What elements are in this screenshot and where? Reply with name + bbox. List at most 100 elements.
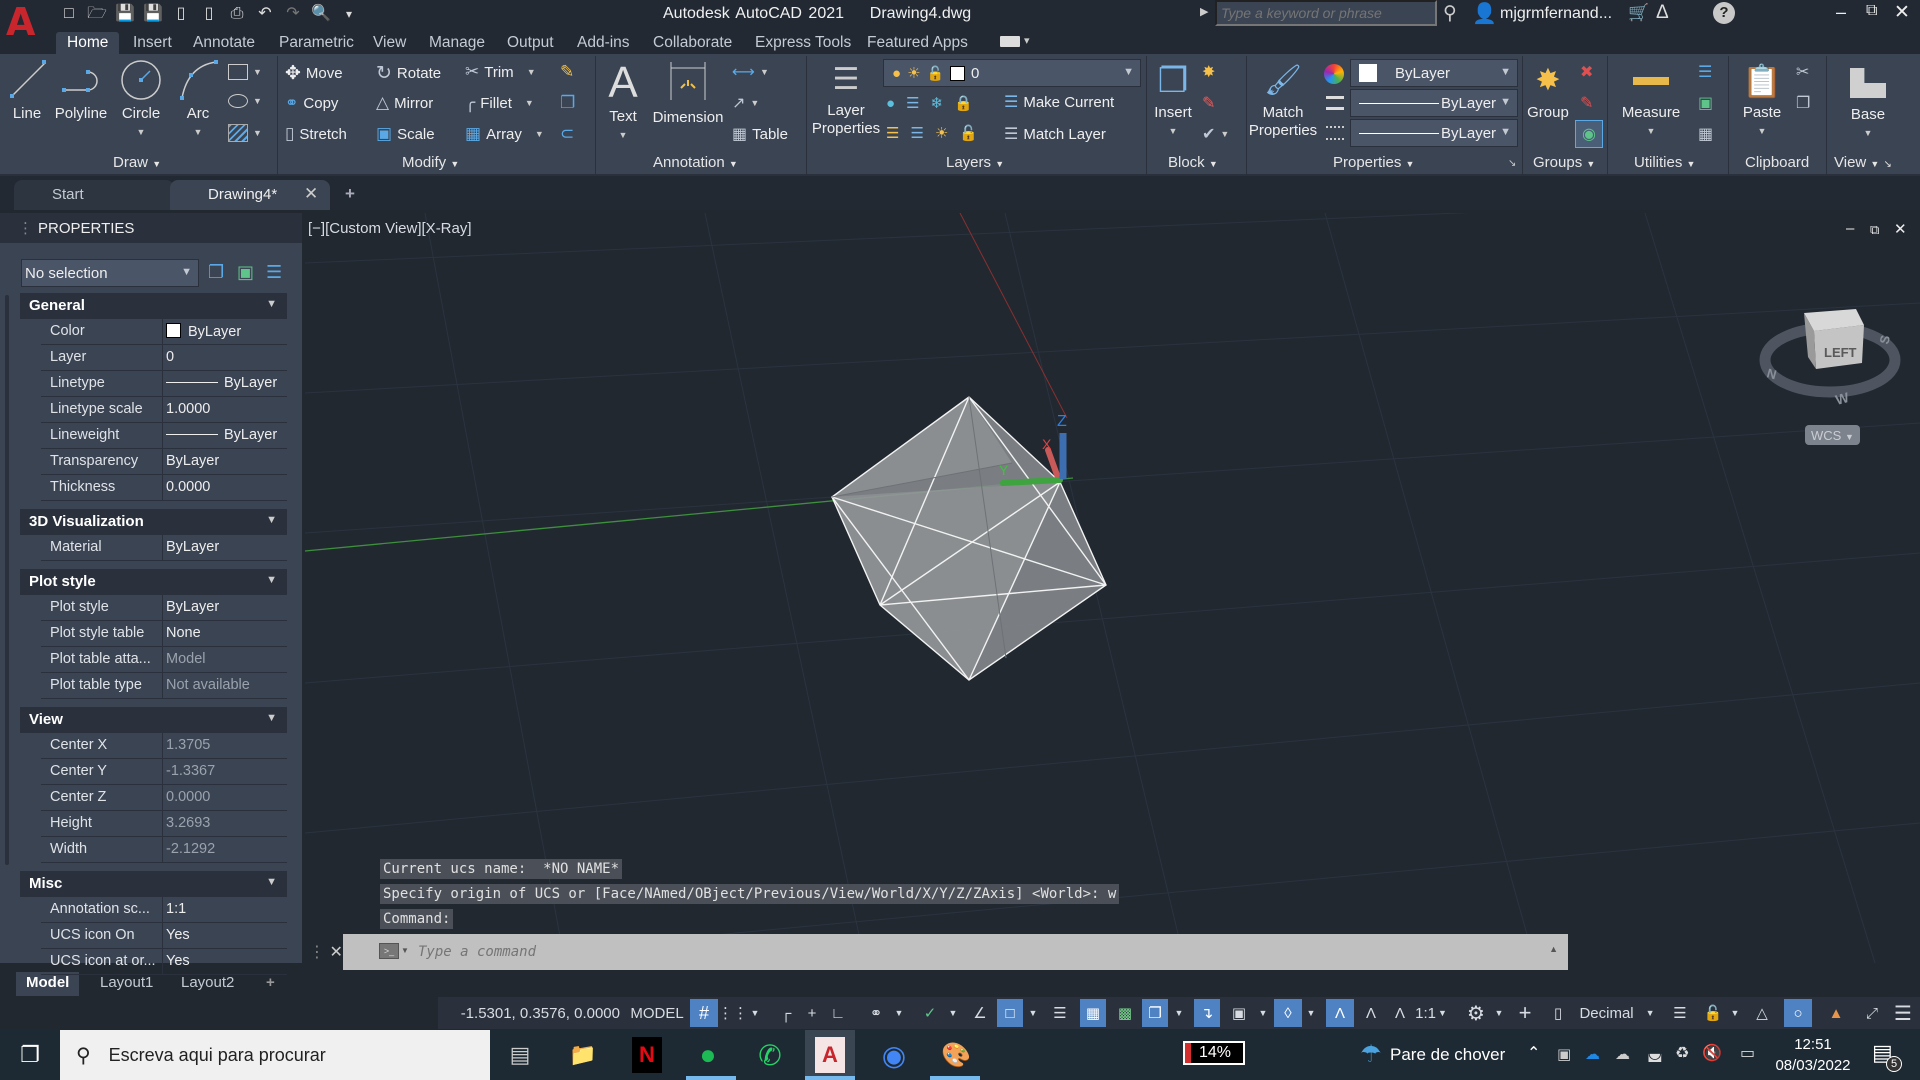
new-tab-button[interactable]: + xyxy=(345,184,355,204)
annotation-scale-icon[interactable]: Λ xyxy=(1388,999,1412,1027)
property-row[interactable]: Plot table type Not available xyxy=(41,673,287,699)
isometric-drafting-icon[interactable]: ✓ xyxy=(918,999,942,1027)
snap-mode-icon[interactable]: ⋮⋮ xyxy=(718,999,748,1027)
battery-indicator[interactable]: 14% xyxy=(1183,1041,1245,1065)
command-input[interactable] xyxy=(418,944,1418,960)
file-tab-start[interactable]: Start xyxy=(14,180,174,210)
lineweight-dropdown[interactable]: ByLayer ▼ xyxy=(1350,89,1518,117)
layout-tab-model[interactable]: Model xyxy=(16,972,80,996)
lock-ui-icon[interactable]: 🔓 xyxy=(1700,999,1726,1027)
viewport-minimize-button[interactable]: – xyxy=(1846,220,1854,237)
property-row[interactable]: Thickness 0.0000 xyxy=(41,475,287,501)
collapse-icon[interactable]: ▼ xyxy=(266,574,277,586)
ribbon-tab-annotate[interactable]: Annotate xyxy=(193,32,255,54)
array-button[interactable]: ▦ Array ▼ xyxy=(465,124,544,144)
new-icon[interactable]: □ xyxy=(58,4,80,24)
category-header[interactable]: Misc ▼ xyxy=(20,871,287,897)
text-button[interactable]: A Text ▼ xyxy=(603,58,643,144)
auto-scale-icon[interactable]: Λ xyxy=(1358,999,1384,1027)
property-row[interactable]: Lineweight ByLayer xyxy=(41,423,287,449)
wcs-menu[interactable]: WCS ▼ xyxy=(1805,425,1860,445)
open-from-mobile-icon[interactable]: ▯ xyxy=(170,4,192,24)
collapse-icon[interactable]: ▼ xyxy=(266,298,277,310)
utilities-panel-label[interactable]: Utilities ▼ xyxy=(1634,154,1695,171)
redo-icon[interactable]: ↷ xyxy=(282,4,304,24)
arc-dropdown-icon[interactable]: ▼ xyxy=(176,123,220,141)
circle-button[interactable]: Circle ▼ xyxy=(118,60,164,141)
autodesk-app-store-icon[interactable]: Δ xyxy=(1656,2,1669,24)
user-account-menu[interactable]: mjgrmfernand... xyxy=(1500,5,1612,23)
annotation-monitor-icon[interactable]: + xyxy=(1512,999,1538,1027)
layer-properties-button[interactable]: ☰ Layer Properties xyxy=(810,58,882,138)
line-button[interactable]: Line xyxy=(8,60,47,123)
collapse-icon[interactable]: ▼ xyxy=(266,876,277,888)
dimension-button[interactable]: Dimension xyxy=(652,58,724,127)
layer-unisolate-icon[interactable]: ☰ xyxy=(910,124,923,142)
chevron-down-icon[interactable]: ▼ xyxy=(1256,999,1270,1027)
category-header[interactable]: General ▼ xyxy=(20,293,287,319)
layer-lock-icon[interactable]: 🔒 xyxy=(954,94,973,112)
property-value[interactable]: Yes xyxy=(162,949,287,974)
close-tab-icon[interactable]: ✕ xyxy=(304,184,318,204)
layers-panel-label[interactable]: Layers ▼ xyxy=(946,154,1004,171)
ribbon-tab-collaborate[interactable]: Collaborate xyxy=(653,32,732,54)
annotation-scale-dropdown[interactable]: 1:1 ▼ xyxy=(1414,999,1448,1027)
ellipse-button[interactable]: ▼ xyxy=(228,94,262,108)
chevron-down-icon[interactable]: ▼ xyxy=(748,999,762,1027)
groups-panel-label[interactable]: Groups ▼ xyxy=(1533,154,1595,171)
layer-off-icon[interactable]: ● xyxy=(886,95,895,112)
draw-panel-label[interactable]: Draw ▼ xyxy=(113,154,161,171)
cart-icon[interactable]: 🛒 xyxy=(1628,3,1649,23)
clock-time[interactable]: 12:51 xyxy=(1778,1036,1848,1053)
coordinates-display[interactable]: -1.5301, 0.3576, 0.0000 xyxy=(440,999,626,1027)
property-row[interactable]: Linetype ByLayer xyxy=(41,371,287,397)
property-value[interactable]: Model xyxy=(162,647,287,672)
layout-tab-layout2[interactable]: Layout2 xyxy=(171,972,244,996)
selection-dropdown[interactable]: No selection ▼ xyxy=(21,259,199,287)
minimize-window-button[interactable]: – xyxy=(1836,2,1846,23)
transparency-icon[interactable]: ▦ xyxy=(1080,999,1106,1027)
property-value[interactable]: ByLayer xyxy=(162,535,287,560)
polyline-button[interactable]: Polyline xyxy=(52,60,110,123)
collapse-icon[interactable]: ▼ xyxy=(266,514,277,526)
ribbon-tab-add-ins[interactable]: Add-ins xyxy=(577,32,630,54)
properties-palette-header[interactable]: ⋮ PROPERTIES xyxy=(0,213,302,243)
viewport-restore-button[interactable]: ⧉ xyxy=(1870,222,1879,238)
open-icon[interactable]: 🗁 xyxy=(86,4,108,24)
chevron-down-icon[interactable]: ▼ xyxy=(1172,999,1186,1027)
property-row[interactable]: Plot style table None xyxy=(41,621,287,647)
property-row[interactable]: Height 3.2693 xyxy=(41,811,287,837)
quick-select-button[interactable]: ☰ xyxy=(1698,62,1712,82)
ribbon-tab-output[interactable]: Output xyxy=(507,32,554,54)
fullscreen-icon[interactable]: ⤢ xyxy=(1860,999,1884,1027)
hardware-acceleration-icon[interactable]: ○ xyxy=(1784,999,1812,1027)
group-edit-button[interactable]: ✎ xyxy=(1580,93,1593,113)
property-value[interactable]: 0 xyxy=(162,345,287,370)
move-button[interactable]: ✥ Move xyxy=(285,62,343,85)
block-panel-label[interactable]: Block ▼ xyxy=(1168,154,1218,171)
rotate-button[interactable]: ↻ Rotate xyxy=(376,62,441,85)
chevron-down-icon[interactable]: ▼ xyxy=(1026,999,1040,1027)
clipboard-panel-label[interactable]: Clipboard xyxy=(1745,154,1809,171)
sync-icon[interactable]: ♻ xyxy=(1675,1043,1689,1063)
ortho-mode-icon[interactable]: ∟ xyxy=(826,999,850,1027)
property-value[interactable]: Not available xyxy=(162,673,287,698)
property-value[interactable]: 1.3705 xyxy=(162,733,287,758)
ribbon-tab-view[interactable]: View xyxy=(373,32,406,54)
edit-attributes-button[interactable]: ✔ ▼ xyxy=(1202,124,1229,144)
grid-toggle-icon[interactable]: # xyxy=(690,999,718,1027)
help-icon[interactable]: ? xyxy=(1713,2,1735,24)
chevron-down-icon[interactable]: ▼ xyxy=(1304,999,1318,1027)
chevron-down-icon[interactable]: ▼ xyxy=(401,946,409,955)
group-button[interactable]: ✸ Group xyxy=(1526,58,1570,122)
ribbon-tab-home[interactable]: Home xyxy=(56,32,120,54)
layer-isolate-icon[interactable]: ☰ xyxy=(906,94,919,112)
tray-app-icon[interactable]: ▣ xyxy=(1557,1045,1571,1063)
property-row[interactable]: Material ByLayer xyxy=(41,535,287,561)
layer-freeze-icon[interactable]: ❄ xyxy=(931,94,944,112)
quick-properties-icon[interactable]: ☰ xyxy=(1668,999,1692,1027)
scale-button[interactable]: ▣ Scale xyxy=(376,124,435,144)
netflix-icon[interactable]: N xyxy=(632,1037,662,1073)
property-value[interactable]: -1.3367 xyxy=(162,759,287,784)
ribbon-tab-parametric[interactable]: Parametric xyxy=(279,32,354,54)
